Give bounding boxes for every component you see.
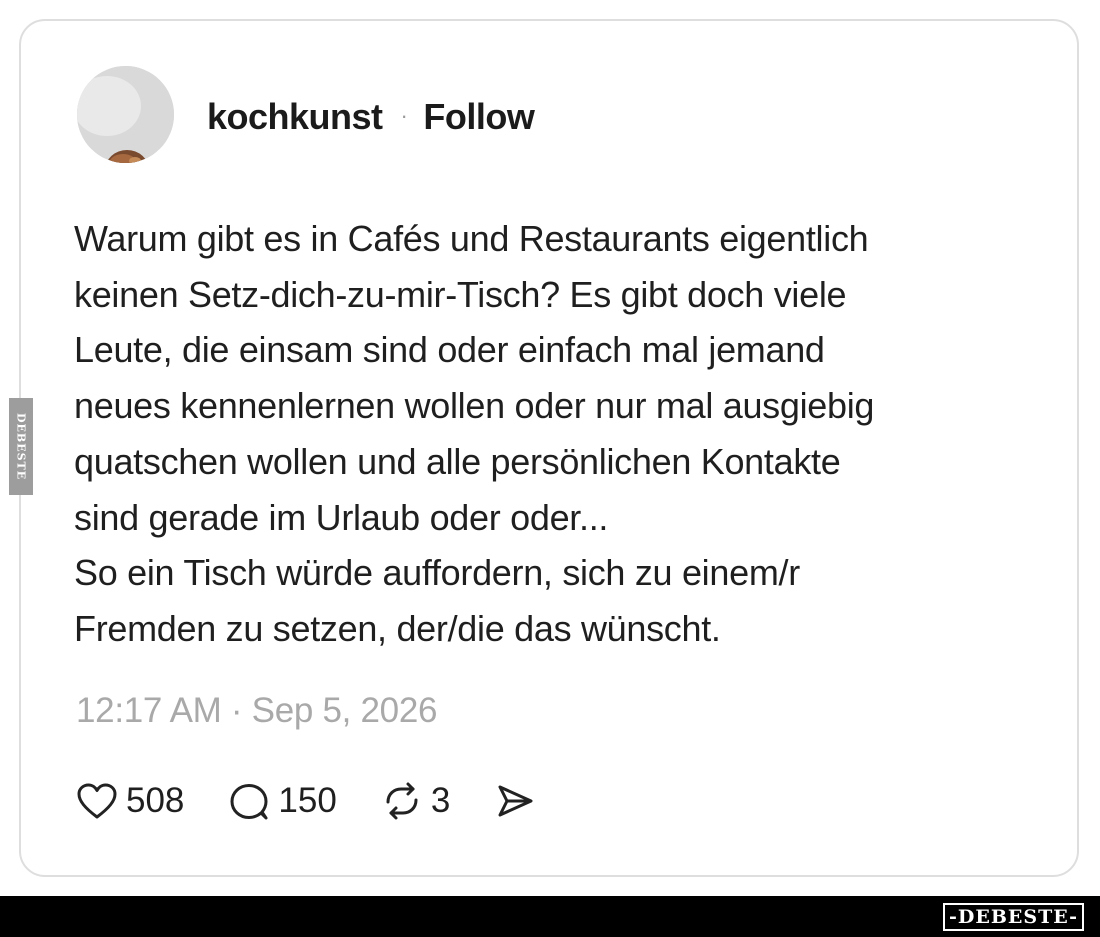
footer-logo: -DEBESTE- (943, 903, 1084, 931)
post-header: kochkunst · Follow (207, 99, 535, 135)
repost-icon (386, 782, 418, 820)
post-text: Warum gibt es in Cafés und Restaurants e… (74, 218, 875, 649)
like-button[interactable]: 508 (76, 781, 184, 821)
reply-button[interactable]: 150 (228, 781, 337, 821)
side-watermark: DEBESTE (9, 398, 33, 495)
avatar[interactable] (77, 66, 174, 163)
repost-button[interactable]: 3 (381, 781, 450, 821)
heart-icon (77, 783, 117, 819)
username[interactable]: kochkunst (207, 99, 383, 135)
speech-bubble-icon (230, 784, 268, 820)
action-bar: 508 150 3 (76, 779, 536, 823)
separator-dot: · (400, 103, 408, 128)
repost-count: 3 (430, 781, 451, 820)
post-timestamp: 12:17 AM · Sep 5, 2026 (76, 691, 438, 730)
footer-bar: -DEBESTE- (0, 896, 1100, 937)
reply-count: 150 (278, 781, 337, 820)
follow-button[interactable]: Follow (423, 99, 534, 135)
post-card: kochkunst · Follow Warum gibt es in Café… (19, 19, 1079, 877)
like-count: 508 (126, 781, 185, 820)
send-icon (498, 785, 533, 817)
share-button[interactable] (494, 781, 536, 821)
avatar-image (77, 66, 174, 163)
